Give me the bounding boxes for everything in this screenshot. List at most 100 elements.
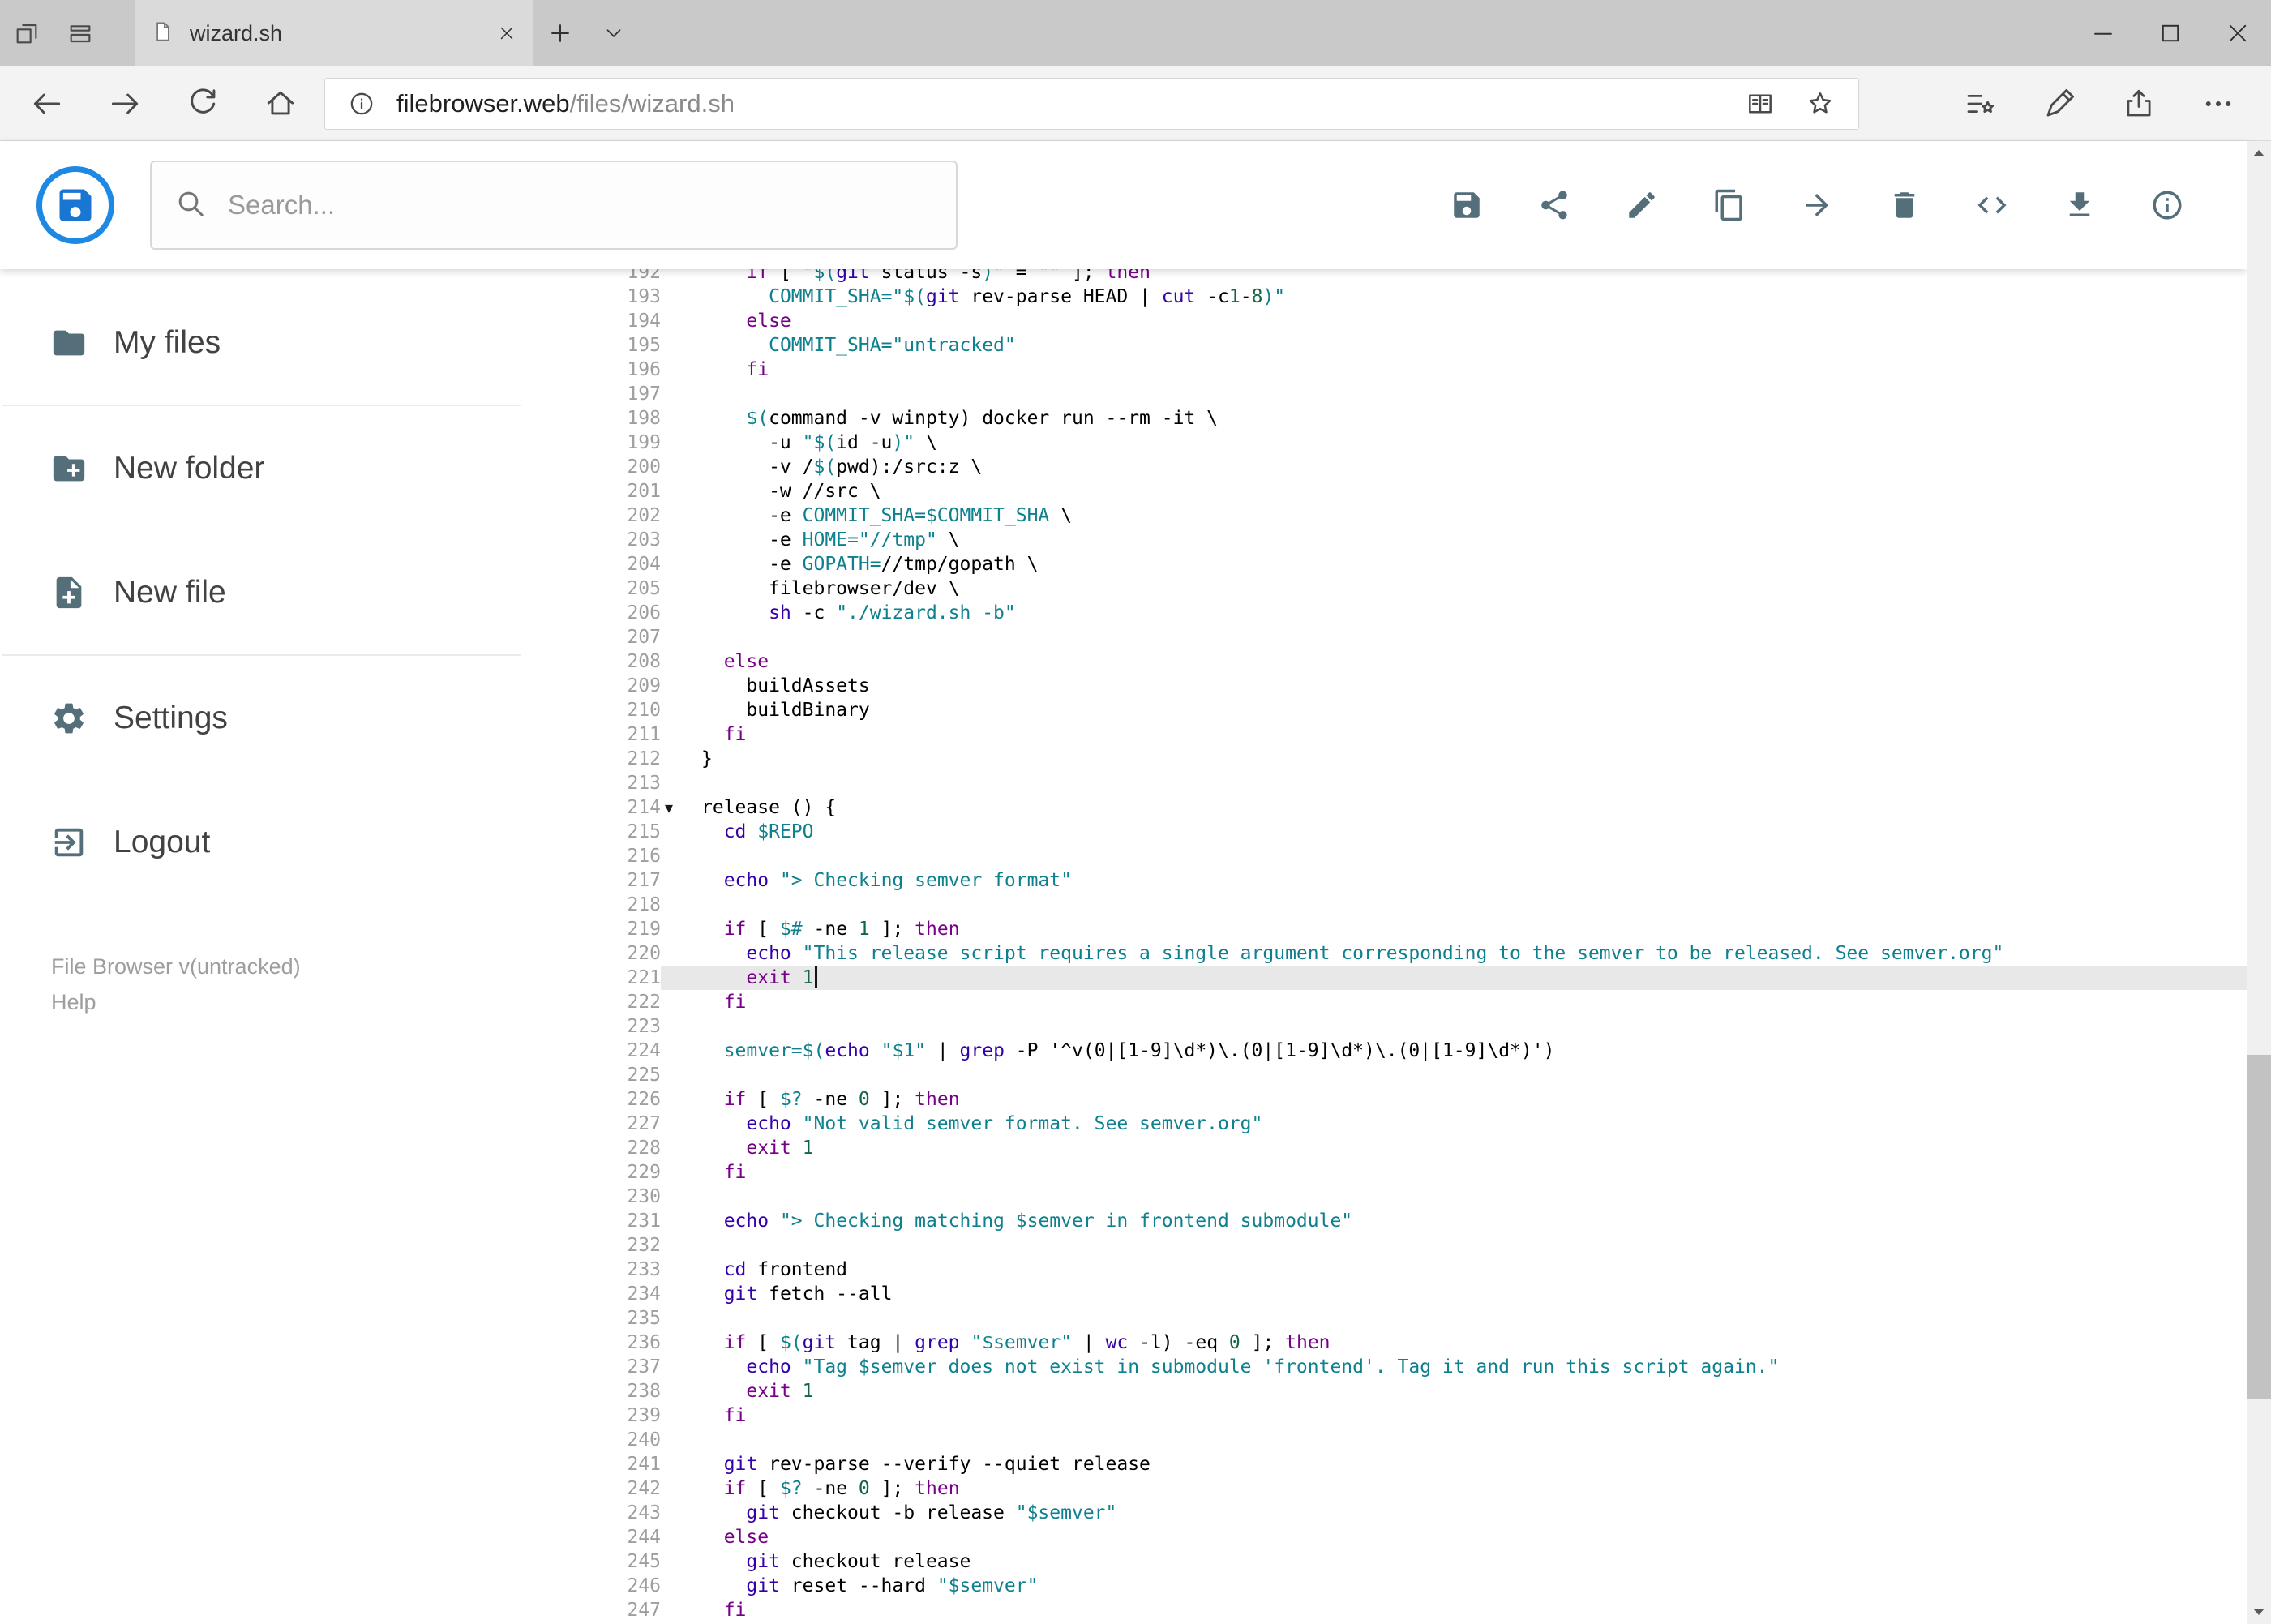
code-text[interactable]: else xyxy=(701,649,2247,674)
code-text[interactable]: } xyxy=(701,747,2247,771)
tab-close-icon[interactable] xyxy=(496,23,517,44)
favorites-hub-icon[interactable] xyxy=(1940,66,2020,141)
scrollbar-thumb[interactable] xyxy=(2247,1054,2271,1399)
code-text[interactable]: echo "> Checking matching $semver in fro… xyxy=(701,1209,2247,1233)
code-text[interactable]: COMMIT_SHA="$(git rev-parse HEAD | cut -… xyxy=(701,285,2247,309)
close-button[interactable] xyxy=(2204,0,2271,66)
code-text[interactable]: -e GOPATH=//tmp/gopath \ xyxy=(701,552,2247,576)
code-line[interactable]: 203 -e HOME="//tmp" \ xyxy=(523,528,2247,552)
save-icon[interactable] xyxy=(1423,161,1510,249)
code-line[interactable]: 207 xyxy=(523,625,2247,649)
code-line[interactable]: 219 if [ $# -ne 1 ]; then xyxy=(523,917,2247,941)
code-line[interactable]: 201 -w //src \ xyxy=(523,479,2247,503)
code-text[interactable]: COMMIT_SHA="untracked" xyxy=(701,333,2247,358)
scroll-up-icon[interactable] xyxy=(2247,141,2271,165)
code-text[interactable] xyxy=(701,1063,2247,1087)
set-aside-tabs-icon[interactable] xyxy=(0,0,54,66)
code-line[interactable]: 235 xyxy=(523,1306,2247,1330)
code-text[interactable]: buildAssets xyxy=(701,674,2247,698)
code-line[interactable]: 194 else xyxy=(523,309,2247,333)
code-line[interactable]: 218 xyxy=(523,893,2247,917)
code-text[interactable]: echo "Not valid semver format. See semve… xyxy=(701,1112,2247,1136)
code-text[interactable]: if [ $? -ne 0 ]; then xyxy=(701,1087,2247,1112)
home-button[interactable] xyxy=(242,66,319,141)
code-line[interactable]: 220 echo "This release script requires a… xyxy=(523,941,2247,966)
code-line[interactable]: 204 -e GOPATH=//tmp/gopath \ xyxy=(523,552,2247,576)
code-text[interactable]: git reset --hard "$semver" xyxy=(701,1574,2247,1598)
refresh-button[interactable] xyxy=(164,66,242,141)
code-line[interactable]: 240 xyxy=(523,1428,2247,1452)
code-text[interactable]: if [ $? -ne 0 ]; then xyxy=(701,1476,2247,1501)
code-line[interactable]: 221 exit 1 xyxy=(523,966,2247,990)
code-text[interactable] xyxy=(701,382,2247,406)
code-line[interactable]: 195 COMMIT_SHA="untracked" xyxy=(523,333,2247,358)
code-text[interactable]: -e HOME="//tmp" \ xyxy=(701,528,2247,552)
delete-icon[interactable] xyxy=(1861,161,1948,249)
code-text[interactable]: if [ $(git tag | grep "$semver" | wc -l)… xyxy=(701,1330,2247,1355)
code-text[interactable]: fi xyxy=(701,722,2247,747)
share-page-icon[interactable] xyxy=(2099,66,2179,141)
code-text[interactable]: fi xyxy=(701,1160,2247,1185)
reading-view-icon[interactable] xyxy=(1737,88,1784,119)
code-line[interactable]: 243 git checkout -b release "$semver" xyxy=(523,1501,2247,1525)
code-line[interactable]: 233 cd frontend xyxy=(523,1258,2247,1282)
code-line[interactable]: 222 fi xyxy=(523,990,2247,1014)
code-line[interactable]: 211 fi xyxy=(523,722,2247,747)
minimize-button[interactable] xyxy=(2069,0,2136,66)
download-icon[interactable] xyxy=(2036,161,2123,249)
code-line[interactable]: 223 xyxy=(523,1014,2247,1039)
code-line[interactable]: 234 git fetch --all xyxy=(523,1282,2247,1306)
code-line[interactable]: 226 if [ $? -ne 0 ]; then xyxy=(523,1087,2247,1112)
code-line[interactable]: 246 git reset --hard "$semver" xyxy=(523,1574,2247,1598)
code-line[interactable]: 242 if [ $? -ne 0 ]; then xyxy=(523,1476,2247,1501)
code-line[interactable]: 192 if [ "$(git status -s)" = "" ]; then xyxy=(523,269,2247,285)
code-text[interactable]: fi xyxy=(701,990,2247,1014)
code-text[interactable]: fi xyxy=(701,1403,2247,1428)
favorite-star-icon[interactable] xyxy=(1797,88,1844,119)
code-text[interactable]: echo "Tag $semver does not exist in subm… xyxy=(701,1355,2247,1379)
code-line[interactable]: 205 filebrowser/dev \ xyxy=(523,576,2247,601)
code-text[interactable]: else xyxy=(701,309,2247,333)
address-bar[interactable]: filebrowser.web/files/wizard.sh xyxy=(324,77,1859,130)
browser-tab[interactable]: wizard.sh xyxy=(135,0,533,66)
code-text[interactable]: echo "This release script requires a sin… xyxy=(701,941,2247,966)
code-line[interactable]: 193 COMMIT_SHA="$(git rev-parse HEAD | c… xyxy=(523,285,2247,309)
code-line[interactable]: 238 exit 1 xyxy=(523,1379,2247,1403)
page-scrollbar[interactable] xyxy=(2247,141,2271,1624)
code-text[interactable] xyxy=(701,1014,2247,1039)
more-options-icon[interactable] xyxy=(2179,66,2258,141)
raw-editor-icon[interactable] xyxy=(1948,161,2036,249)
scrollbar-track[interactable] xyxy=(2247,165,2271,1600)
forward-button[interactable] xyxy=(86,66,164,141)
tab-list-chevron-icon[interactable] xyxy=(587,0,641,66)
code-text[interactable]: -e COMMIT_SHA=$COMMIT_SHA \ xyxy=(701,503,2247,528)
code-line[interactable]: 197 xyxy=(523,382,2247,406)
code-line[interactable]: 199 -u "$(id -u)" \ xyxy=(523,431,2247,455)
web-note-icon[interactable] xyxy=(2020,66,2099,141)
code-line[interactable]: 208 else xyxy=(523,649,2247,674)
code-text[interactable]: exit 1 xyxy=(701,1136,2247,1160)
code-text[interactable]: -w //src \ xyxy=(701,479,2247,503)
copy-icon[interactable] xyxy=(1686,161,1773,249)
code-text[interactable]: release () { xyxy=(701,795,2247,820)
code-line[interactable]: 215 cd $REPO xyxy=(523,820,2247,844)
sidebar-item-new-file[interactable]: New file xyxy=(0,530,523,654)
filebrowser-logo[interactable] xyxy=(36,166,114,244)
help-link[interactable]: Help xyxy=(51,990,96,1015)
code-line[interactable]: 237 echo "Tag $semver does not exist in … xyxy=(523,1355,2247,1379)
code-line[interactable]: 244 else xyxy=(523,1525,2247,1549)
share-icon[interactable] xyxy=(1510,161,1598,249)
sidebar-item-logout[interactable]: Logout xyxy=(0,780,523,904)
code-text[interactable]: git rev-parse --verify --quiet release xyxy=(701,1452,2247,1476)
code-text[interactable]: -u "$(id -u)" \ xyxy=(701,431,2247,455)
code-text[interactable]: echo "> Checking semver format" xyxy=(701,868,2247,893)
code-line[interactable]: 210 buildBinary xyxy=(523,698,2247,722)
search-box[interactable] xyxy=(150,161,958,250)
code-text[interactable]: fi xyxy=(701,1598,2247,1622)
code-text[interactable] xyxy=(701,893,2247,917)
code-text[interactable] xyxy=(701,1306,2247,1330)
code-line[interactable]: 232 xyxy=(523,1233,2247,1258)
code-text[interactable]: semver=$(echo "$1" | grep -P '^v(0|[1-9]… xyxy=(701,1039,2247,1063)
code-editor[interactable]: 192 if [ "$(git status -s)" = "" ]; then… xyxy=(523,269,2247,1624)
code-text[interactable] xyxy=(701,771,2247,795)
